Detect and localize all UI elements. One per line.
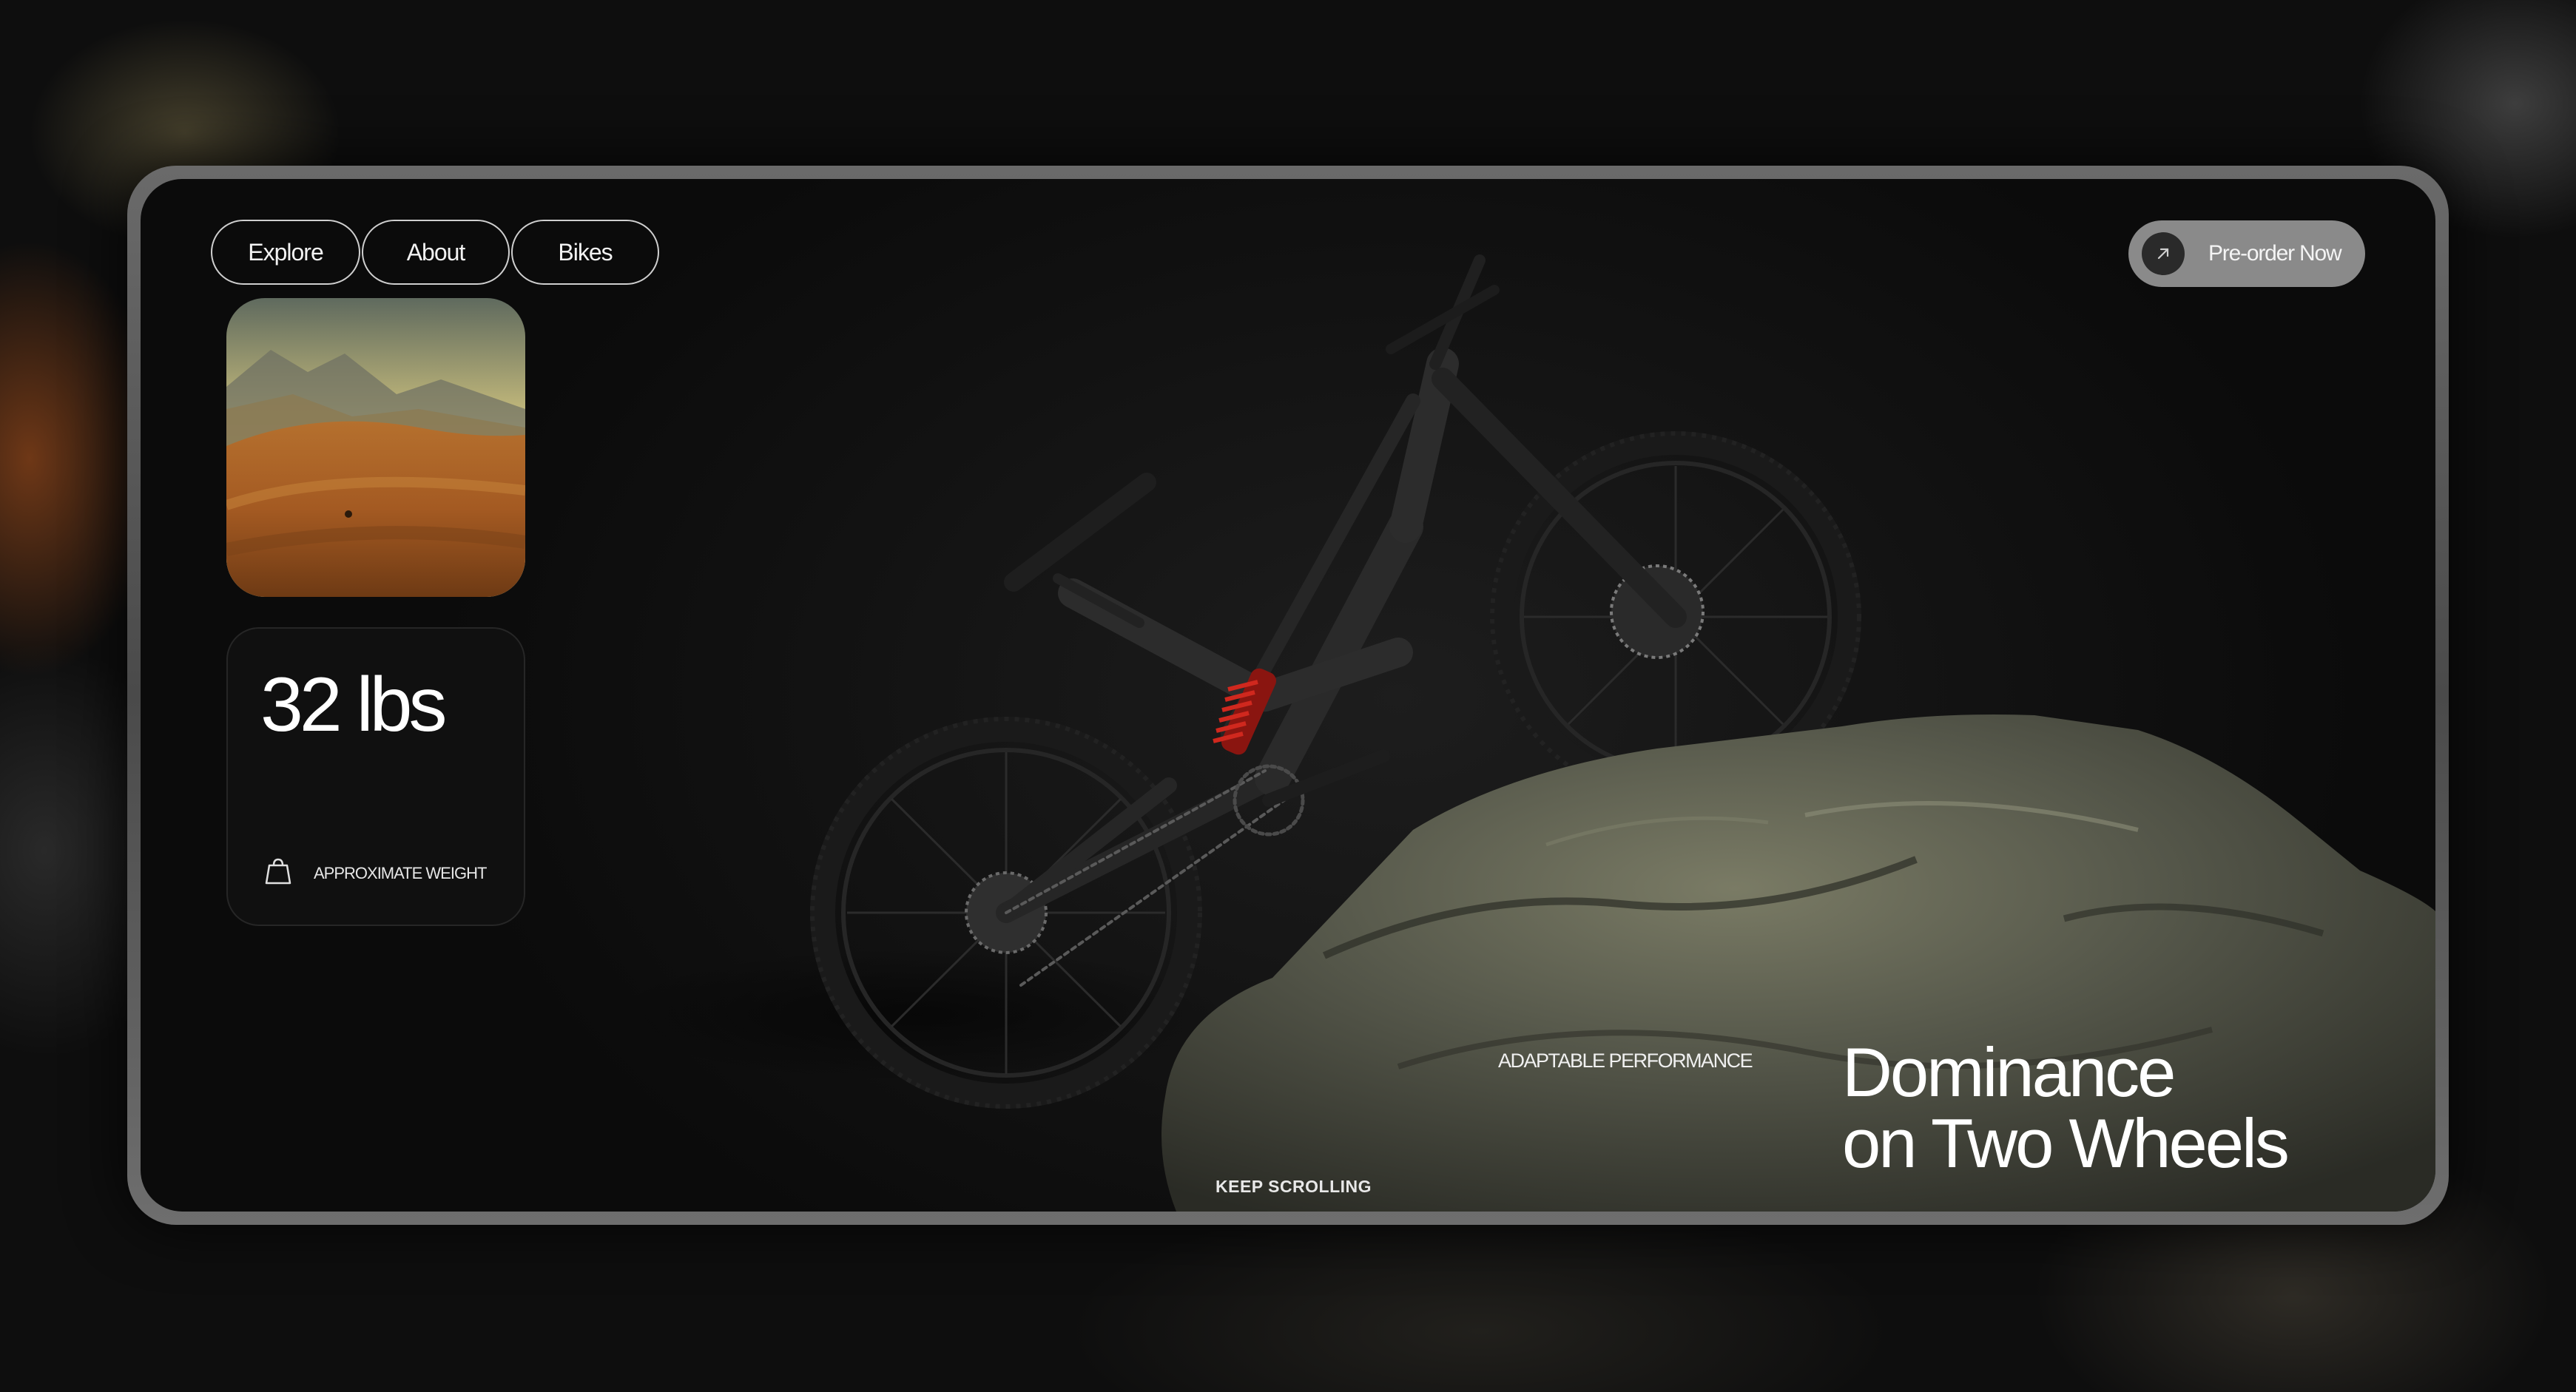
preorder-button[interactable]: Pre-order Now [2128,220,2365,287]
landscape-thumbnail[interactable] [226,298,525,597]
headline-line-2: on Two Wheels [1842,1104,2290,1182]
main-nav: Explore About Bikes [211,220,659,285]
weight-value: 32 lbs [260,662,448,748]
hero-headline: Dominance on Two Wheels [1842,1037,2404,1179]
headline-line-1: Dominance [1842,1033,2176,1111]
preorder-label: Pre-order Now [2208,241,2342,266]
nav-bikes[interactable]: Bikes [511,220,659,285]
landscape-image [226,298,525,597]
weight-stat-card: 32 lbs APPROXIMATE WEIGHT [226,627,525,926]
tagline: ADAPTABLE PERFORMANCE [1498,1050,1753,1072]
arrow-up-right-icon [2142,232,2185,275]
weight-label-row: APPROXIMATE WEIGHT [265,857,487,890]
scroll-hint[interactable]: KEEP SCROLLING [1215,1177,1372,1197]
weight-icon [265,857,291,890]
hero-window: Explore About Bikes Pre-order Now 32 lbs… [141,179,2435,1212]
nav-about[interactable]: About [362,220,510,285]
nav-explore[interactable]: Explore [211,220,360,285]
weight-label: APPROXIMATE WEIGHT [314,863,487,882]
